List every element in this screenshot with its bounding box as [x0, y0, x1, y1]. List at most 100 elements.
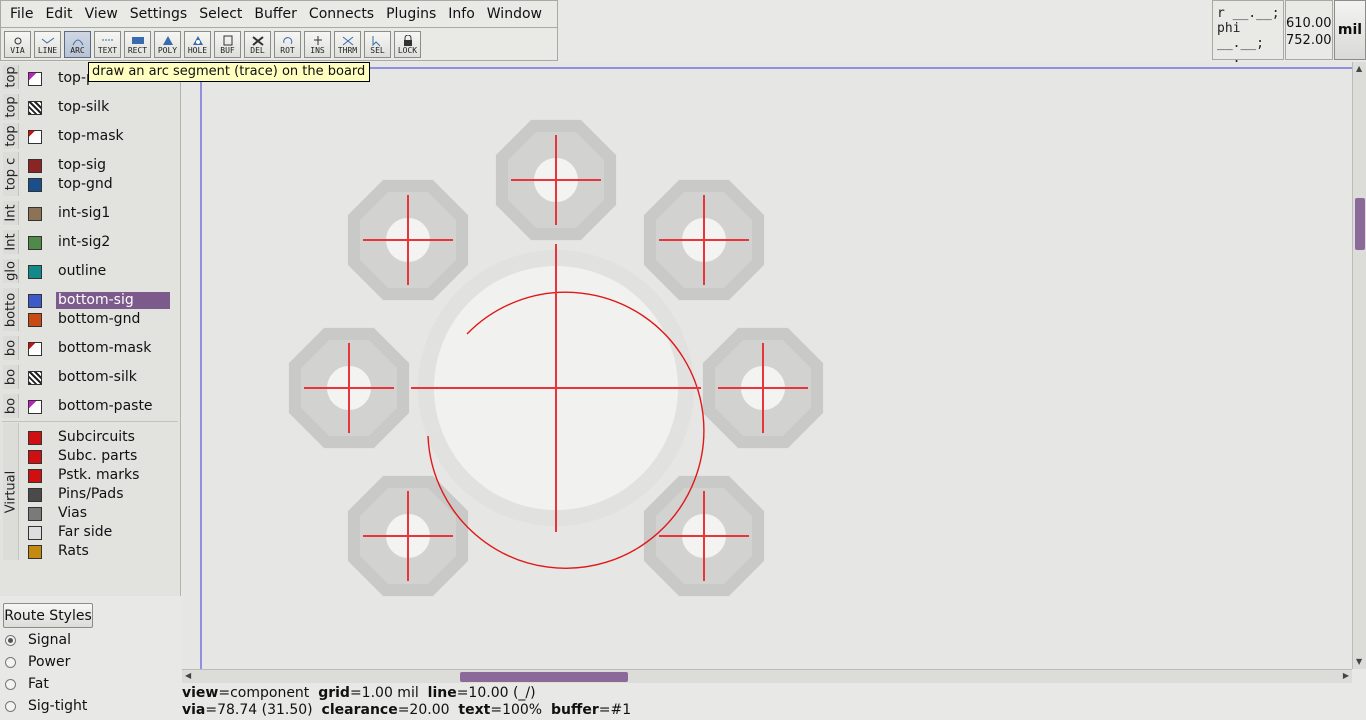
layer-color-swatch[interactable] [28, 100, 42, 115]
layer-group-label: Int [3, 233, 18, 251]
horizontal-scroll-thumb[interactable] [460, 672, 628, 682]
menu-buffer[interactable]: Buffer [248, 1, 303, 27]
layer-group-tab[interactable]: glo [3, 259, 19, 283]
menu-settings[interactable]: Settings [124, 1, 193, 27]
layer-group-tab[interactable]: top [3, 123, 19, 149]
layer-row-top-gnd[interactable]: top-gnd [28, 175, 170, 194]
virtual-layer-row[interactable]: Subc. parts [28, 447, 170, 466]
layer-group-tab[interactable]: Int [3, 230, 19, 254]
layer-color-swatch[interactable] [28, 370, 42, 385]
layer-color-swatch[interactable] [28, 544, 42, 559]
scroll-down-icon[interactable]: ▼ [1356, 657, 1362, 667]
status-view-key: view [182, 685, 219, 701]
tool-arc-button[interactable]: ARC [64, 30, 91, 58]
vertical-scroll-thumb[interactable] [1355, 198, 1365, 250]
board-drawing[interactable] [182, 62, 1352, 669]
menu-info[interactable]: Info [442, 1, 481, 27]
layer-row-bottom-paste[interactable]: bottom-paste [28, 397, 170, 416]
virtual-layer-row[interactable]: Subcircuits [28, 428, 170, 447]
layer-color-swatch[interactable] [28, 71, 42, 86]
tool-lock-button[interactable]: LOCK [394, 30, 421, 58]
status-buffer: =#1 [598, 702, 632, 718]
tool-hole-button[interactable]: HOLE [184, 30, 211, 58]
tool-thrm-button[interactable]: THRM [334, 30, 361, 58]
layer-color-swatch[interactable] [28, 430, 42, 445]
layer-row-int-sig1[interactable]: int-sig1 [28, 204, 170, 223]
menu-file[interactable]: File [4, 1, 39, 27]
layer-row-bottom-gnd[interactable]: bottom-gnd [28, 310, 170, 329]
layer-color-swatch[interactable] [28, 399, 42, 414]
tool-text-button[interactable]: TEXT [94, 30, 121, 58]
layer-color-swatch[interactable] [28, 487, 42, 502]
menu-view[interactable]: View [79, 1, 124, 27]
layer-color-swatch[interactable] [28, 235, 42, 250]
radio-button[interactable] [5, 634, 16, 646]
layer-row-bottom-sig[interactable]: bottom-sig [28, 291, 170, 310]
layer-color-swatch[interactable] [28, 525, 42, 540]
route-style-sig-tight[interactable]: Sig-tight [5, 696, 87, 716]
layer-color-swatch[interactable] [28, 129, 42, 144]
virtual-layer-row[interactable]: Vias [28, 504, 170, 523]
layer-group-tab[interactable]: bo [3, 336, 19, 360]
virtual-layer-row[interactable]: Far side [28, 523, 170, 542]
layer-color-swatch[interactable] [28, 264, 42, 279]
menu-connects[interactable]: Connects [303, 1, 380, 27]
tool-rot-button[interactable]: ROT [274, 30, 301, 58]
virtual-layer-name: Rats [58, 543, 89, 559]
layer-group-tab[interactable]: top [3, 65, 19, 89]
menu-plugins[interactable]: Plugins [380, 1, 442, 27]
layer-row-bottom-mask[interactable]: bottom-mask [28, 339, 170, 358]
layer-group-tab[interactable]: Int [3, 201, 19, 225]
tool-via-button[interactable]: VIA [4, 30, 31, 58]
layer-color-swatch[interactable] [28, 293, 42, 308]
route-style-signal[interactable]: Signal [5, 630, 71, 650]
layer-color-swatch[interactable] [28, 177, 42, 192]
layer-row-top-silk[interactable]: top-silk [28, 98, 170, 117]
route-style-power[interactable]: Power [5, 652, 70, 672]
tool-poly-button[interactable]: POLY [154, 30, 181, 58]
horizontal-scrollbar[interactable]: ◀ ▶ [182, 669, 1352, 683]
menu-window[interactable]: Window [481, 1, 548, 27]
tool-ins-button[interactable]: INS [304, 30, 331, 58]
menu-edit[interactable]: Edit [39, 1, 78, 27]
tool-rect-button[interactable]: RECT [124, 30, 151, 58]
layer-color-swatch[interactable] [28, 341, 42, 356]
layer-group-tab[interactable]: bo [3, 394, 19, 418]
menu-select[interactable]: Select [193, 1, 248, 27]
layer-color-swatch[interactable] [28, 468, 42, 483]
layer-row-bottom-silk[interactable]: bottom-silk [28, 368, 170, 387]
radio-button[interactable] [5, 678, 16, 690]
virtual-layer-row[interactable]: Rats [28, 542, 170, 561]
layer-group-tab[interactable]: top [3, 94, 19, 120]
layer-group-tab[interactable]: top c [3, 152, 19, 196]
layer-row-top-mask[interactable]: top-mask [28, 127, 170, 146]
layer-color-swatch[interactable] [28, 312, 42, 327]
tool-del-button[interactable]: DEL [244, 30, 271, 58]
route-style-fat[interactable]: Fat [5, 674, 49, 694]
tool-sel-button[interactable]: SEL [364, 30, 391, 58]
layer-color-swatch[interactable] [28, 206, 42, 221]
radio-button[interactable] [5, 656, 16, 668]
status-grid-key: grid [318, 685, 350, 701]
tool-buf-button[interactable]: BUF [214, 30, 241, 58]
layer-row-int-sig2[interactable]: int-sig2 [28, 233, 170, 252]
scroll-right-icon[interactable]: ▶ [1343, 671, 1349, 681]
layer-group-tab[interactable]: Virtual [3, 423, 19, 560]
layer-color-swatch[interactable] [28, 449, 42, 464]
layer-row-outline[interactable]: outline [28, 262, 170, 281]
virtual-layer-row[interactable]: Pins/Pads [28, 485, 170, 504]
layer-row-top-sig[interactable]: top-sig [28, 156, 170, 175]
route-styles-button[interactable]: Route Styles [3, 603, 93, 628]
layer-color-swatch[interactable] [28, 506, 42, 521]
layer-group-tab[interactable]: bo [3, 365, 19, 389]
scroll-up-icon[interactable]: ▲ [1356, 64, 1362, 74]
tool-line-button[interactable]: LINE [34, 30, 61, 58]
layer-group-tab[interactable]: botto [3, 288, 19, 331]
board-canvas[interactable] [182, 62, 1352, 669]
radio-button[interactable] [5, 700, 16, 712]
unit-toggle-button[interactable]: mil [1334, 0, 1366, 60]
virtual-layer-row[interactable]: Pstk. marks [28, 466, 170, 485]
layer-color-swatch[interactable] [28, 158, 42, 173]
scroll-left-icon[interactable]: ◀ [185, 671, 191, 681]
vertical-scrollbar[interactable]: ▲ ▼ [1352, 62, 1366, 669]
